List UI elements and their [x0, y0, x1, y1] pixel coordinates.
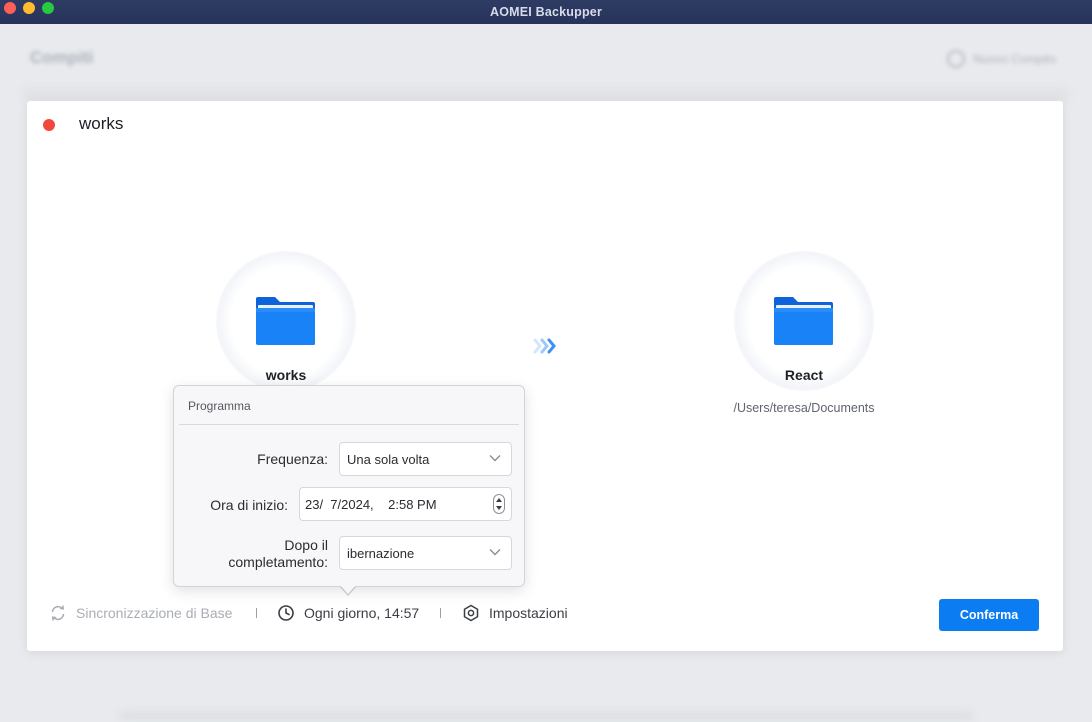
- window-title: AOMEI Backupper: [489, 5, 603, 19]
- source-folder-icon[interactable]: [255, 296, 316, 346]
- stepper-down-icon[interactable]: [496, 506, 502, 510]
- settings-button[interactable]: Impostazioni: [462, 604, 568, 622]
- start-time-picker[interactable]: 23/ 7/2024, 2:58 PM: [299, 487, 512, 521]
- after-completion-select[interactable]: ibernazione: [339, 536, 512, 570]
- popover-caret-fill: [340, 585, 356, 594]
- start-time-label: Ora di inizio:: [210, 497, 288, 513]
- sync-icon: [51, 605, 65, 621]
- schedule-popover: Programma Frequenza: Una sola volta Ora …: [173, 385, 525, 587]
- background-new-task-button: Nuovo Compito: [947, 50, 1056, 68]
- destination-folder-icon[interactable]: [773, 296, 834, 346]
- close-window-button[interactable]: [4, 2, 16, 14]
- stepper-up-icon[interactable]: [496, 498, 502, 502]
- background-page-title: Compiti: [30, 48, 94, 67]
- chevron-down-icon: [489, 549, 501, 556]
- add-icon: [947, 50, 966, 68]
- start-time-value: 23/ 7/2024, 2:58 PM: [305, 497, 437, 512]
- sync-mode-label: Sincronizzazione di Base: [76, 605, 233, 621]
- background-footer: [120, 712, 972, 720]
- frequency-label: Frequenza:: [257, 451, 328, 467]
- sync-direction-arrows-icon: [533, 338, 556, 354]
- task-status-dot: [43, 119, 55, 131]
- clock-icon: [278, 605, 294, 621]
- settings-gear-icon: [463, 604, 479, 622]
- frequency-value: Una sola volta: [347, 452, 430, 467]
- sync-mode-button[interactable]: Sincronizzazione di Base: [49, 604, 232, 622]
- source-name: works: [265, 367, 307, 383]
- confirm-button[interactable]: Conferma: [939, 599, 1039, 631]
- title-bar: AOMEI Backupper: [0, 0, 1092, 24]
- destination-path: /Users/teresa/Documents: [733, 401, 875, 415]
- after-completion-value: ibernazione: [347, 546, 415, 561]
- destination-name: React: [784, 367, 824, 383]
- after-completion-label-line1: Dopo il: [284, 537, 328, 553]
- schedule-label: Ogni giorno, 14:57: [304, 605, 420, 621]
- maximize-window-button[interactable]: [42, 2, 54, 14]
- separator: [440, 608, 441, 618]
- frequency-select[interactable]: Una sola volta: [339, 442, 512, 476]
- separator: [256, 608, 257, 618]
- settings-label: Impostazioni: [489, 605, 568, 621]
- minimize-window-button[interactable]: [23, 2, 35, 14]
- time-stepper[interactable]: [493, 494, 505, 514]
- after-completion-label: Dopo il completamento:: [228, 537, 328, 571]
- after-completion-label-line2: completamento:: [228, 554, 328, 570]
- background-divider: [24, 88, 1068, 102]
- chevron-down-icon: [489, 455, 501, 462]
- background-new-task-label: Nuovo Compito: [973, 52, 1056, 66]
- schedule-button[interactable]: Ogni giorno, 14:57: [277, 604, 419, 622]
- popover-divider: [179, 424, 519, 425]
- popover-title: Programma: [188, 399, 251, 413]
- task-name[interactable]: works: [79, 114, 123, 134]
